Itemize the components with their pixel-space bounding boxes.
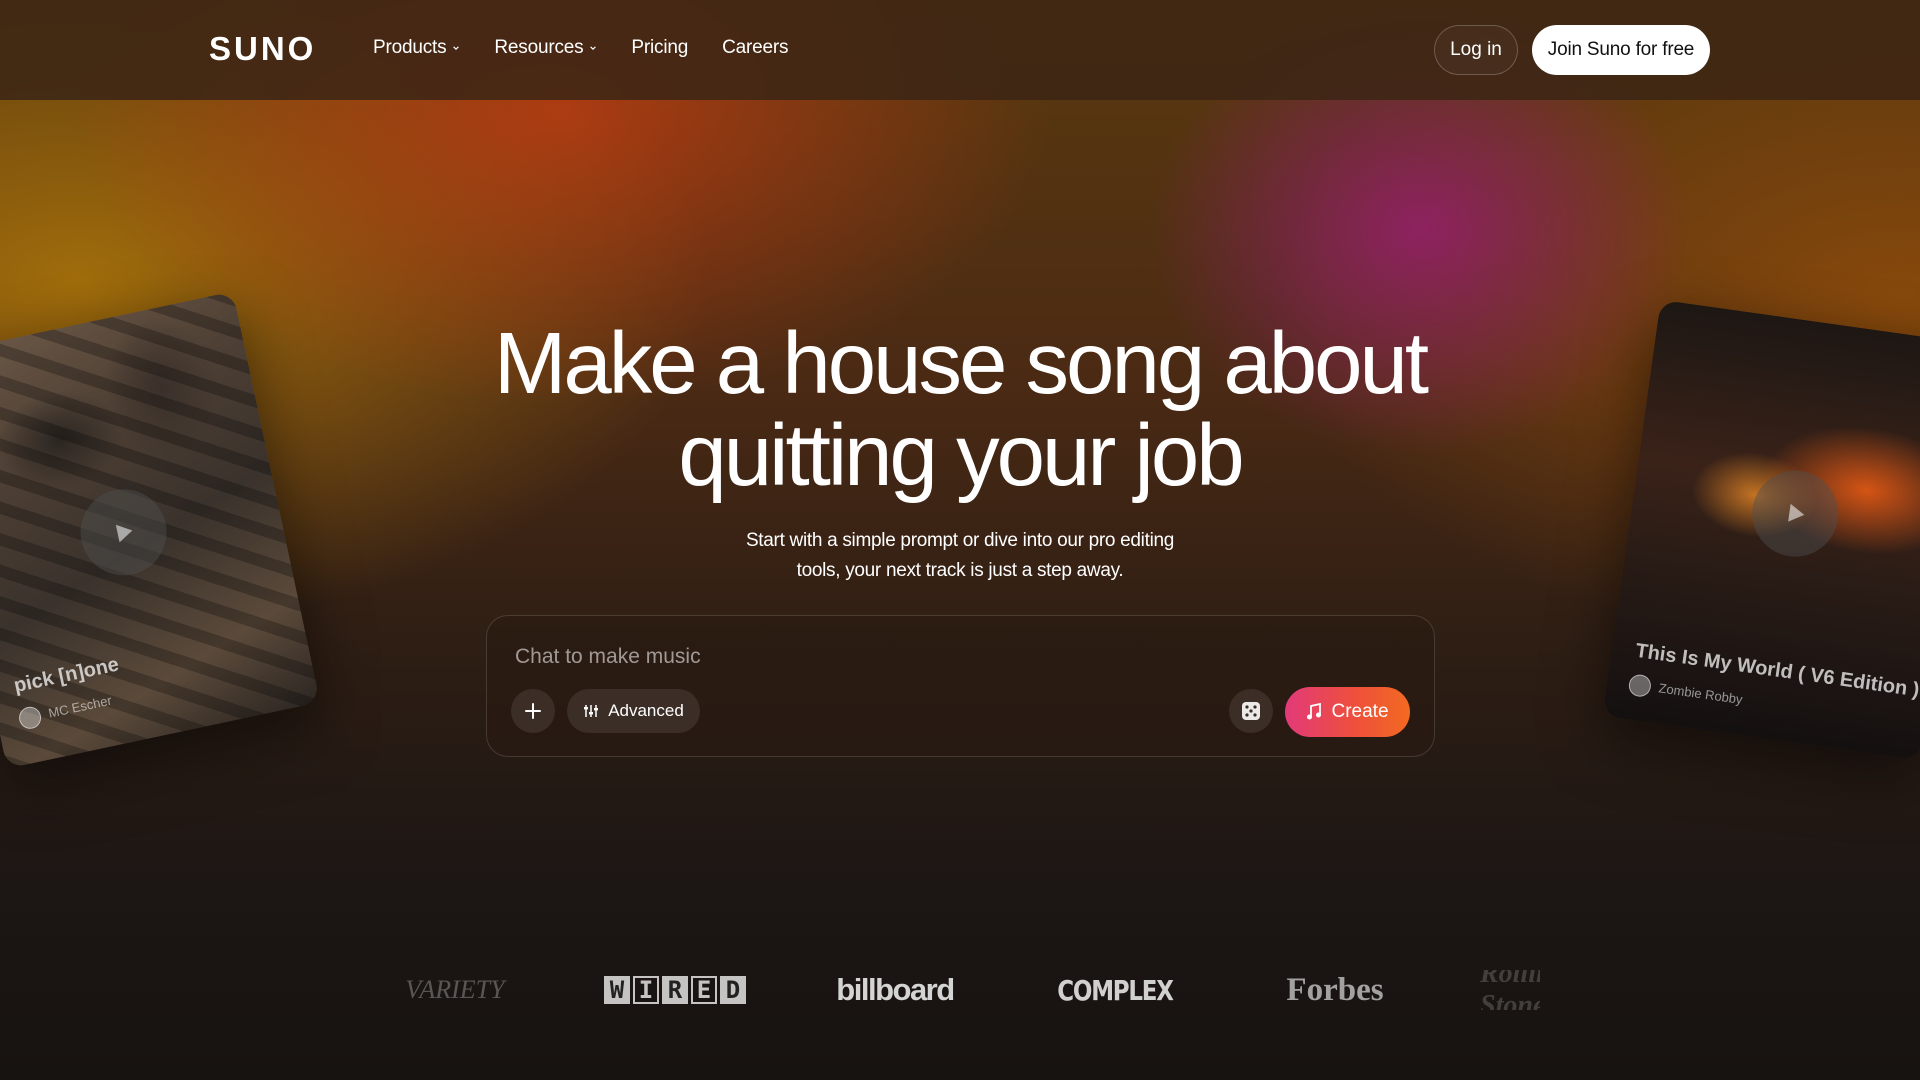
advanced-button[interactable]: Advanced bbox=[567, 689, 700, 733]
hero-subtitle-line-2: tools, your next track is just a step aw… bbox=[796, 560, 1124, 581]
hero-title-line-1: Make a house song about bbox=[493, 315, 1429, 412]
suno-logo[interactable]: SUNO bbox=[209, 30, 316, 68]
hero-title: Make a house song about quitting your jo… bbox=[360, 318, 1560, 502]
wired-letter: I bbox=[633, 976, 659, 1004]
join-free-button[interactable]: Join Suno for free bbox=[1532, 25, 1710, 75]
track-artist: MC Escher bbox=[47, 692, 114, 721]
press-logo-forbes: Forbes bbox=[1286, 971, 1384, 1008]
login-button[interactable]: Log in bbox=[1434, 25, 1518, 75]
chevron-down-icon bbox=[590, 46, 597, 50]
play-icon bbox=[115, 524, 133, 543]
wired-letter: D bbox=[720, 976, 746, 1004]
hero-subtitle-line-1: Start with a simple prompt or dive into … bbox=[745, 530, 1175, 551]
nav-pricing[interactable]: Pricing bbox=[631, 37, 688, 59]
play-button[interactable] bbox=[1746, 465, 1844, 563]
add-button[interactable] bbox=[511, 689, 555, 733]
nav-resources-label: Resources bbox=[494, 37, 584, 58]
chevron-down-icon bbox=[453, 46, 460, 50]
top-nav-bar: SUNO Products Resources Pricing Careers … bbox=[0, 0, 1920, 100]
nav-products-label: Products bbox=[373, 37, 447, 58]
wired-letter: W bbox=[604, 976, 630, 1004]
random-prompt-button[interactable] bbox=[1229, 689, 1273, 733]
nav-careers[interactable]: Careers bbox=[722, 37, 788, 59]
nav-products[interactable]: Products bbox=[373, 37, 460, 59]
dice-icon bbox=[1242, 702, 1260, 720]
chat-prompt-input[interactable] bbox=[515, 642, 1395, 672]
plus-icon bbox=[525, 703, 541, 719]
nav-pricing-label: Pricing bbox=[631, 37, 689, 58]
hero-title-line-2: quitting your job bbox=[678, 407, 1244, 504]
music-note-icon bbox=[1307, 703, 1322, 720]
nav-resources[interactable]: Resources bbox=[494, 37, 597, 59]
create-button[interactable]: Create bbox=[1285, 687, 1410, 737]
hero-subtitle: Start with a simple prompt or dive into … bbox=[660, 526, 1260, 586]
nav-careers-label: Careers bbox=[722, 37, 789, 58]
music-prompt-box: Advanced Create bbox=[486, 615, 1435, 757]
sliders-icon bbox=[584, 705, 599, 717]
avatar bbox=[17, 704, 44, 731]
avatar bbox=[1627, 673, 1653, 699]
press-logo-wired: W I R E D bbox=[600, 970, 750, 1010]
advanced-label: Advanced bbox=[608, 701, 684, 720]
create-label: Create bbox=[1331, 701, 1389, 722]
press-logo-variety: VARIETY bbox=[405, 975, 505, 1004]
press-logo-billboard: billboard bbox=[836, 972, 955, 1007]
track-artist: Zombie Robby bbox=[1657, 680, 1744, 707]
track-title: pick [n]one bbox=[11, 653, 121, 698]
play-icon bbox=[1788, 503, 1805, 522]
press-logo-complex: COMPLEX bbox=[1057, 973, 1174, 1007]
wired-letter: R bbox=[662, 976, 688, 1004]
play-button[interactable] bbox=[72, 481, 175, 584]
main-nav: Products Resources Pricing Careers bbox=[373, 37, 822, 59]
wired-letter: E bbox=[691, 976, 717, 1004]
featured-track-card-right[interactable]: This Is My World ( V6 Edition ) Zombie R… bbox=[1602, 299, 1920, 761]
press-logo-rolling-stone: Rolling Stone bbox=[1480, 970, 1540, 1010]
